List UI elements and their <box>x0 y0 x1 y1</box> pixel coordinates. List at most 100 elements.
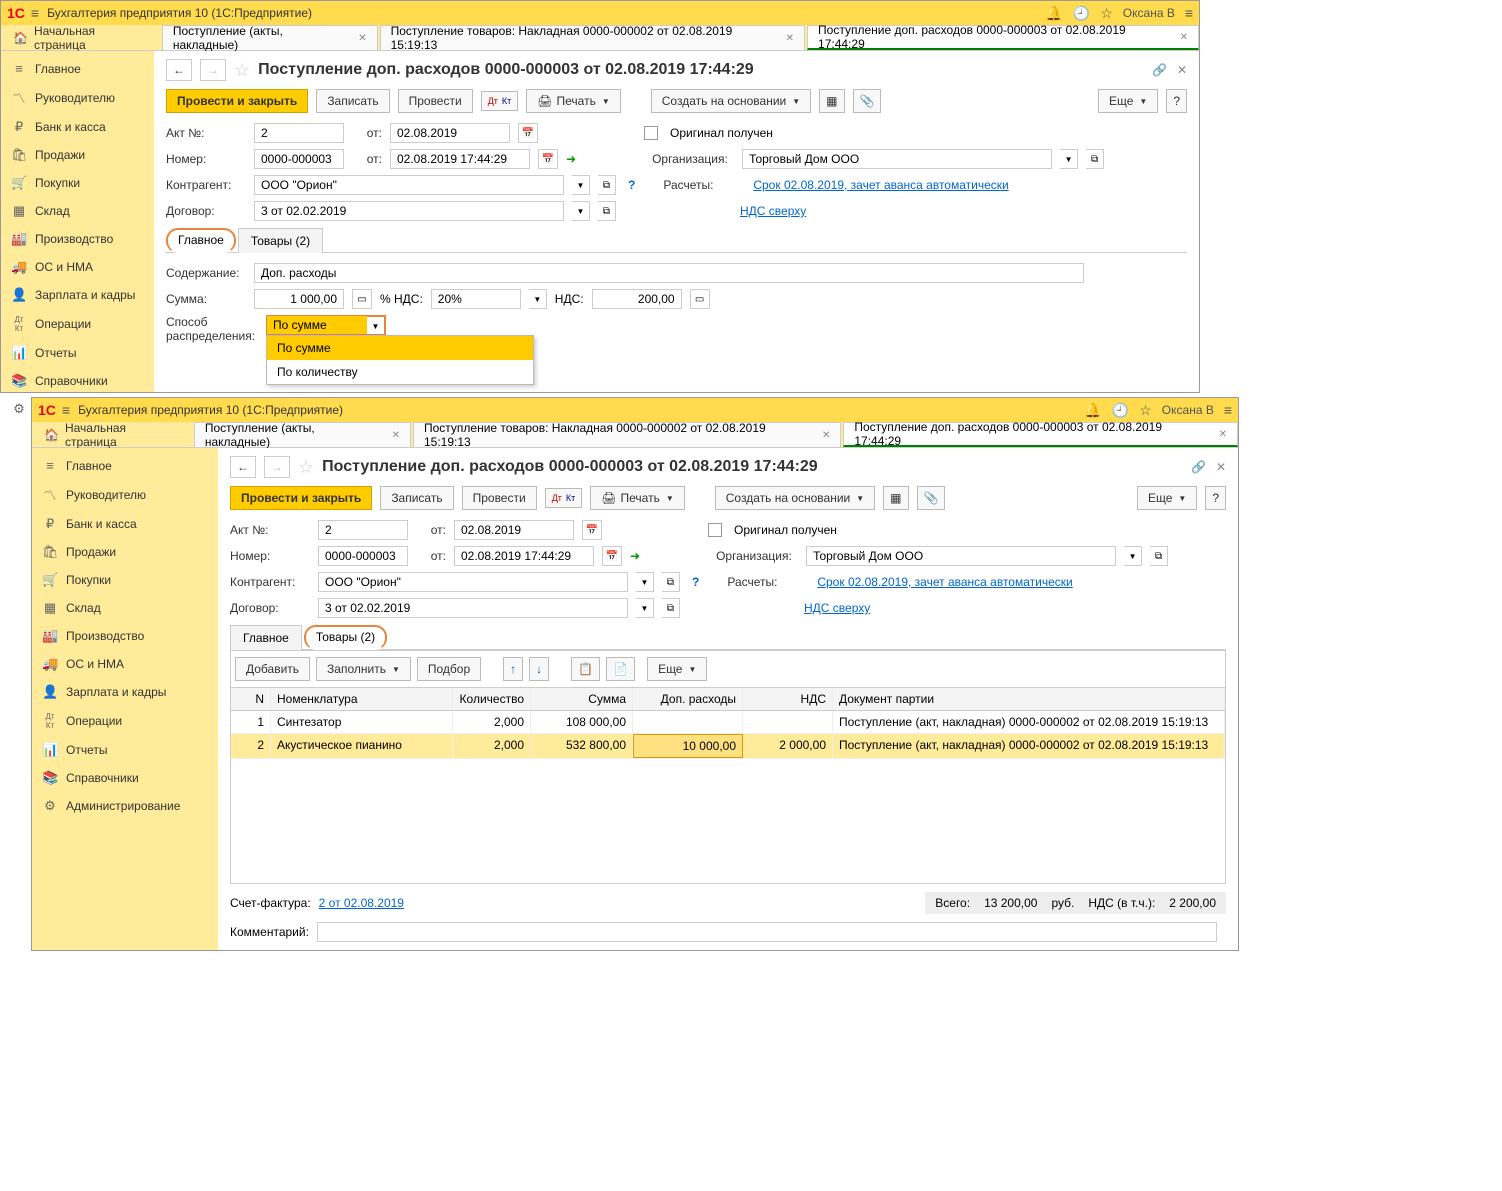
open-icon[interactable]: ⧉ <box>1086 149 1104 169</box>
menu-icon[interactable]: ≡ <box>31 5 39 21</box>
close-icon[interactable]: ✕ <box>1177 63 1187 77</box>
more-icon[interactable]: ≡ <box>1185 5 1193 21</box>
tab-extra-costs[interactable]: Поступление доп. расходов 0000-000003 от… <box>807 25 1199 50</box>
post-close-button[interactable]: Провести и закрыть <box>166 89 308 113</box>
help-button[interactable]: ? <box>1205 486 1226 510</box>
table-row[interactable]: 1 Синтезатор 2,000 108 000,00 Поступлени… <box>231 711 1225 734</box>
sidebar-item-purchases[interactable]: 🛒Покупки <box>1 169 154 197</box>
sidebar-item-manager[interactable]: 〽Руководителю <box>1 82 154 113</box>
sidebar-item-bank[interactable]: ₽Банк и касса <box>32 510 218 538</box>
tab-goods-receipt[interactable]: Поступление товаров: Накладная 0000-0000… <box>413 422 841 447</box>
raschet-link[interactable]: Срок 02.08.2019, зачет аванса автоматиче… <box>753 178 1008 192</box>
num-date-input[interactable]: 02.08.2019 17:44:29 <box>390 149 530 169</box>
contract-input[interactable]: 3 от 02.02.2019 <box>254 201 564 221</box>
paste-button[interactable]: 📄 <box>606 657 635 681</box>
print-button[interactable]: 🖨Печать▼ <box>590 486 684 510</box>
nds-link[interactable]: НДС сверху <box>804 601 870 615</box>
copy-button[interactable]: 📋 <box>571 657 600 681</box>
table-row[interactable]: 2 Акустическое пианино 2,000 532 800,00 … <box>231 734 1225 759</box>
distrib-select[interactable]: По сумме ▼ <box>266 315 386 335</box>
col-extra-cost[interactable]: Доп. расходы <box>633 688 743 710</box>
nds-pct-input[interactable]: 20% <box>431 289 521 309</box>
nds-link[interactable]: НДС сверху <box>740 204 806 218</box>
sidebar-item-warehouse[interactable]: ▦Склад <box>32 594 218 622</box>
contragent-input[interactable]: ООО "Орион" <box>318 572 628 592</box>
calc-icon[interactable]: ▭ <box>690 289 710 309</box>
open-icon[interactable]: ⧉ <box>598 175 616 195</box>
sidebar-item-catalogs[interactable]: 📚Справочники <box>1 367 154 395</box>
sidebar-item-purchases[interactable]: 🛒Покупки <box>32 566 218 594</box>
sidebar-item-operations[interactable]: Дт КтОперации <box>32 706 218 736</box>
forward-button[interactable]: → <box>264 456 290 478</box>
dropdown-option[interactable]: По сумме <box>267 336 533 360</box>
original-checkbox[interactable] <box>644 126 658 140</box>
chevron-down-icon[interactable]: ▼ <box>1124 546 1142 566</box>
attach-button[interactable]: 📎 <box>853 89 882 113</box>
sidebar-item-operations[interactable]: Дт КтОперации <box>1 309 154 339</box>
help-icon[interactable]: ? <box>628 178 635 192</box>
calendar-icon[interactable]: 📅 <box>538 149 558 169</box>
star-icon[interactable]: ☆ <box>1139 402 1152 419</box>
comment-input[interactable] <box>317 922 1217 942</box>
chevron-down-icon[interactable]: ▼ <box>636 572 654 592</box>
more-button[interactable]: Еще▼ <box>1137 486 1197 510</box>
subtab-goods[interactable]: Товары (2) <box>238 228 323 253</box>
tab-invoices-list[interactable]: Поступление (акты, накладные) ✕ <box>194 422 411 447</box>
dtkt-button[interactable]: ДтКт <box>545 488 583 508</box>
goto-icon[interactable]: ➜ <box>630 549 640 563</box>
chevron-down-icon[interactable]: ▼ <box>529 289 547 309</box>
post-button[interactable]: Провести <box>398 89 473 113</box>
sidebar-item-sales[interactable]: 🛍Продажи <box>32 538 218 566</box>
calendar-icon[interactable]: 📅 <box>602 546 622 566</box>
home-tab[interactable]: 🏠 Начальная страница <box>32 422 192 447</box>
help-button[interactable]: ? <box>1166 89 1187 113</box>
favorite-icon[interactable]: ☆ <box>298 457 314 478</box>
sidebar-item-assets[interactable]: 🚚ОС и НМА <box>1 253 154 281</box>
org-input[interactable]: Торговый Дом ООО <box>742 149 1052 169</box>
close-icon[interactable]: ✕ <box>1180 32 1188 43</box>
col-nomenclature[interactable]: Номенклатура <box>271 688 453 710</box>
sidebar-item-main[interactable]: ≡Главное <box>1 55 154 82</box>
chevron-down-icon[interactable]: ▼ <box>367 316 385 336</box>
close-icon[interactable]: ✕ <box>358 33 366 44</box>
sidebar-item-admin[interactable]: ⚙Администрирование <box>32 792 218 820</box>
nds-input[interactable]: 200,00 <box>592 289 682 309</box>
sidebar-item-main[interactable]: ≡Главное <box>32 452 218 479</box>
subtab-goods[interactable]: Товары (2) <box>304 625 387 650</box>
raschet-link[interactable]: Срок 02.08.2019, зачет аванса автоматиче… <box>817 575 1072 589</box>
contract-input[interactable]: 3 от 02.02.2019 <box>318 598 628 618</box>
dropdown-option[interactable]: По количеству <box>267 360 533 384</box>
col-n[interactable]: N <box>231 688 271 710</box>
act-no-input[interactable]: 2 <box>254 123 344 143</box>
col-batch-doc[interactable]: Документ партии <box>833 688 1225 710</box>
post-button[interactable]: Провести <box>462 486 537 510</box>
close-icon[interactable]: ✕ <box>786 33 794 44</box>
sidebar-item-reports[interactable]: 📊Отчеты <box>32 736 218 764</box>
open-icon[interactable]: ⧉ <box>662 572 680 592</box>
bell-icon[interactable]: 🔔 <box>1045 5 1062 22</box>
goto-icon[interactable]: ➜ <box>566 152 576 166</box>
col-nds[interactable]: НДС <box>743 688 833 710</box>
menu-icon[interactable]: ≡ <box>62 402 70 418</box>
sidebar-item-reports[interactable]: 📊Отчеты <box>1 339 154 367</box>
chevron-down-icon[interactable]: ▼ <box>572 201 590 221</box>
post-close-button[interactable]: Провести и закрыть <box>230 486 372 510</box>
subtab-main[interactable]: Главное <box>230 625 302 650</box>
write-button[interactable]: Записать <box>316 89 389 113</box>
create-based-button[interactable]: Создать на основании▼ <box>651 89 811 113</box>
sidebar-item-sales[interactable]: 🛍Продажи <box>1 141 154 169</box>
move-down-button[interactable]: ↓ <box>529 657 549 681</box>
original-checkbox[interactable] <box>708 523 722 537</box>
subtab-main[interactable]: Главное <box>166 228 236 253</box>
col-quantity[interactable]: Количество <box>453 688 531 710</box>
structure-button[interactable]: ▦ <box>883 486 908 510</box>
chevron-down-icon[interactable]: ▼ <box>572 175 590 195</box>
sidebar-item-production[interactable]: 🏭Производство <box>32 622 218 650</box>
back-button[interactable]: ← <box>230 456 256 478</box>
act-date-input[interactable]: 02.08.2019 <box>390 123 510 143</box>
sidebar-item-manager[interactable]: 〽Руководителю <box>32 479 218 510</box>
act-date-input[interactable]: 02.08.2019 <box>454 520 574 540</box>
calc-icon[interactable]: ▭ <box>352 289 372 309</box>
tab-goods-receipt[interactable]: Поступление товаров: Накладная 0000-0000… <box>380 25 805 50</box>
add-button[interactable]: Добавить <box>235 657 310 681</box>
